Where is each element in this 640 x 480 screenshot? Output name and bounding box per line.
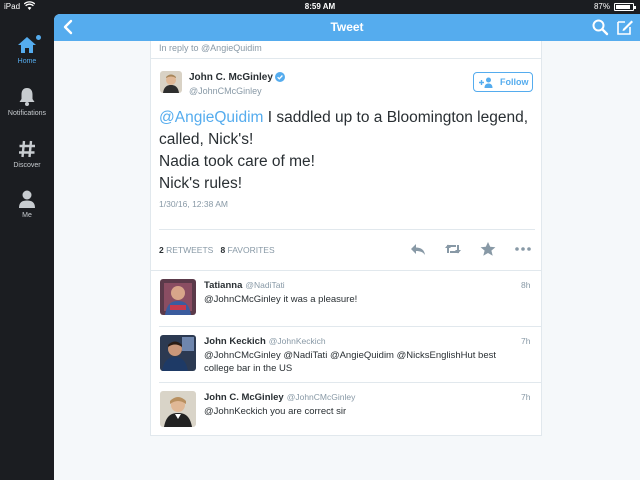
- reply-author-name: John C. McGinley: [204, 392, 284, 403]
- retweets-stat[interactable]: 2 RETWEETS: [159, 245, 213, 255]
- favorite-star-icon[interactable]: [479, 241, 497, 257]
- page-title: Tweet: [330, 20, 364, 34]
- reply-context-user[interactable]: @AngieQuidim: [201, 43, 262, 53]
- reply-context: In reply to @AngieQuidim: [159, 43, 262, 53]
- home-icon: [18, 37, 36, 53]
- search-icon[interactable]: [591, 18, 609, 36]
- sidebar-item-home[interactable]: Home: [0, 34, 54, 76]
- reply-text: @JohnCMcGinley it was a pleasure!: [204, 294, 358, 305]
- favorites-label: FAVORITES: [227, 245, 275, 255]
- reply-author-handle: @JohnKeckich: [268, 336, 326, 346]
- reply-icon[interactable]: [409, 241, 427, 257]
- author-handle[interactable]: @JohnCMcGinley: [189, 86, 262, 96]
- sidebar-item-notifications[interactable]: Notifications: [0, 86, 54, 128]
- follow-label: Follow: [500, 77, 529, 87]
- reply-time: 8h: [521, 280, 531, 290]
- bell-icon: [19, 88, 35, 106]
- follow-button[interactable]: Follow: [473, 72, 533, 92]
- reply-list-item[interactable]: Tatianna @NadiTati 8h @JohnCMcGinley it w…: [151, 271, 541, 327]
- sidebar-item-label: Discover: [13, 162, 41, 169]
- status-bar: iPad 8:59 AM 87%: [0, 0, 640, 14]
- reply-context-prefix: In reply to: [159, 43, 199, 53]
- avatar[interactable]: [160, 279, 196, 315]
- sidebar-item-me[interactable]: Me: [0, 188, 54, 230]
- tweet-mention[interactable]: @AngieQuidim: [159, 109, 263, 126]
- sidebar-item-label: Me: [22, 212, 32, 219]
- person-icon: [19, 190, 35, 208]
- new-content-dot: [36, 35, 41, 40]
- reply-list-item[interactable]: John C. McGinley @JohnCMcGinley 7h @JohnK…: [151, 383, 541, 439]
- battery-icon: [614, 3, 636, 11]
- status-time: 8:59 AM: [304, 2, 336, 11]
- reply-author[interactable]: John Keckich @JohnKeckich: [204, 336, 326, 347]
- retweets-count: 2: [159, 245, 164, 255]
- avatar[interactable]: [160, 391, 196, 427]
- tweet-stats: 2 RETWEETS 8 FAVORITES: [159, 245, 275, 255]
- sidebar-item-label: Notifications: [7, 110, 47, 117]
- more-options-icon[interactable]: [514, 241, 532, 257]
- reply-author-name: Tatianna: [204, 280, 243, 291]
- tweet-text: @AngieQuidim I saddled up to a Bloomingt…: [159, 107, 539, 195]
- sidebar-item-label: Home: [17, 58, 37, 65]
- favorites-count: 8: [220, 245, 226, 255]
- reply-time: 7h: [521, 392, 531, 402]
- tweet-text-line-2: Nadia took care of me!: [159, 153, 315, 170]
- main-panel: Tweet In reply to @AngieQuidim John C. M…: [54, 14, 640, 480]
- hashtag-icon: [19, 140, 35, 158]
- reply-author[interactable]: John C. McGinley @JohnCMcGinley: [204, 392, 355, 403]
- retweet-icon[interactable]: [444, 241, 462, 257]
- verified-badge-icon: [275, 72, 285, 82]
- reply-author-handle: @JohnCMcGinley: [286, 392, 356, 402]
- author-name[interactable]: John C. McGinley: [189, 72, 273, 83]
- tweet-timestamp: 1/30/16, 12:38 AM: [159, 199, 228, 209]
- divider: [159, 229, 535, 230]
- add-user-icon: [479, 77, 493, 88]
- reply-text: @JohnCMcGinley @NadiTati @AngieQuidim @N…: [204, 350, 497, 374]
- avatar[interactable]: [160, 335, 196, 371]
- tweet-text-line-3: Nick's rules!: [159, 175, 243, 192]
- sidebar-item-discover[interactable]: Discover: [0, 138, 54, 180]
- reply-time: 7h: [521, 336, 531, 346]
- divider: [151, 58, 541, 59]
- retweets-label: RETWEETS: [166, 245, 214, 255]
- battery-percent: 87%: [593, 2, 610, 11]
- reply-author[interactable]: Tatianna @NadiTati: [204, 280, 285, 291]
- reply-text: @JohnKeckich you are correct sir: [204, 406, 347, 417]
- reply-author-handle: @NadiTati: [245, 280, 285, 290]
- tweet-detail-card: In reply to @AngieQuidim John C. McGinle…: [150, 41, 542, 436]
- compose-icon[interactable]: [616, 18, 634, 36]
- favorites-stat[interactable]: 8 FAVORITES: [220, 245, 274, 255]
- reply-author-name: John Keckich: [204, 336, 266, 347]
- reply-list-item[interactable]: John Keckich @JohnKeckich 7h @JohnCMcGinl…: [151, 327, 541, 383]
- top-bar: Tweet: [54, 14, 640, 41]
- avatar[interactable]: [160, 71, 182, 93]
- sidebar: Home Notifications Discover Me: [0, 14, 54, 480]
